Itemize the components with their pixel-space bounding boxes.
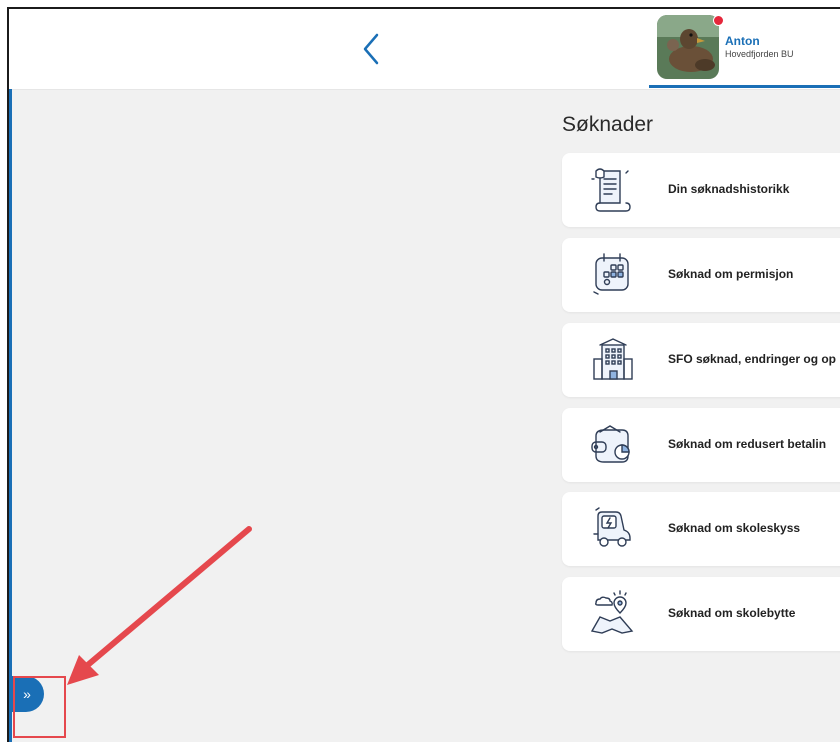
annotation-arrow bbox=[67, 526, 252, 685]
app-window: Anton Hovedfjorden BU Søknader Din søkna… bbox=[7, 7, 840, 742]
